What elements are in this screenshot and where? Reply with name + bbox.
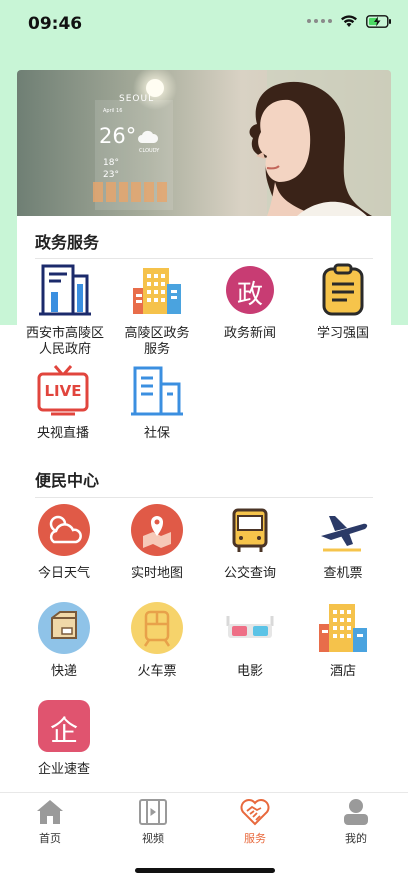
- tab-home[interactable]: 首页: [10, 798, 90, 846]
- gov-item-label: 高陵区政务 服务: [124, 326, 190, 357]
- battery-charging-icon: [366, 14, 391, 28]
- service-item-label: 公交查询: [223, 566, 276, 581]
- service-item-label: 查机票: [323, 566, 363, 581]
- gov-item-gaoling-service[interactable]: 高陵区政务 服务: [111, 262, 203, 358]
- video-icon: [139, 799, 167, 825]
- signal-dots-icon: [307, 19, 332, 23]
- service-item-label: 酒店: [329, 664, 356, 679]
- social-security-building-icon: [131, 366, 183, 416]
- tab-video[interactable]: 视频: [113, 798, 193, 846]
- service-item-bus[interactable]: 公交查询: [204, 502, 296, 582]
- section-title-convenience: 便民中心: [35, 471, 100, 490]
- weather-condition-text: CLOUDY: [139, 148, 160, 154]
- service-item-label: 今日天气: [37, 566, 90, 581]
- section-title-gov: 政务服务: [35, 233, 100, 252]
- enterprise-glyph: 企: [49, 714, 78, 747]
- gov-item-news[interactable]: 政 政务新闻: [204, 262, 296, 342]
- bus-icon: [232, 508, 268, 552]
- building-chart-icon: [39, 264, 91, 316]
- gov-item-label: 社保: [143, 426, 170, 441]
- gov-item-cctv-live[interactable]: LIVE 央视直播: [17, 362, 109, 442]
- service-item-label: 快递: [50, 664, 77, 679]
- weather-low-text: 18°: [103, 158, 119, 168]
- status-icons: [307, 14, 392, 28]
- service-item-enterprise[interactable]: 企 企业速查: [18, 698, 110, 778]
- gov-item-xian-gaoling[interactable]: 西安市高陵区 人民政府: [19, 262, 111, 358]
- tab-label: 服务: [244, 832, 266, 845]
- map-icon: [131, 504, 183, 556]
- service-item-express[interactable]: 快递: [18, 600, 110, 680]
- weather-temp-text: 26°: [99, 124, 137, 148]
- section-divider: [35, 497, 373, 498]
- tab-service[interactable]: 服务: [215, 798, 295, 846]
- service-item-weather[interactable]: 今日天气: [18, 502, 110, 582]
- tab-label: 视频: [142, 832, 164, 845]
- service-item-label: 实时地图: [130, 566, 183, 581]
- hotel-icon: [319, 604, 367, 652]
- gov-item-label: 学习强国: [316, 326, 369, 341]
- service-item-label: 企业速查: [37, 762, 90, 777]
- live-tv-glyph: LIVE: [44, 382, 82, 400]
- gov-item-xuexi[interactable]: 学习强国: [297, 262, 389, 342]
- tab-label: 我的: [345, 832, 367, 845]
- city-buildings-icon: [133, 268, 181, 314]
- status-bar: 09:46: [0, 0, 408, 50]
- tab-label: 首页: [39, 832, 61, 845]
- service-item-flights[interactable]: 查机票: [297, 502, 389, 582]
- service-item-movie[interactable]: 电影: [204, 600, 296, 680]
- gov-news-glyph: 政: [236, 280, 263, 310]
- user-icon: [344, 799, 368, 825]
- tab-mine[interactable]: 我的: [316, 798, 396, 846]
- gov-item-label: 西安市高陵区 人民政府: [25, 326, 104, 357]
- package-icon: [38, 602, 90, 654]
- weather-icon: [38, 504, 90, 556]
- status-time: 09:46: [28, 14, 83, 34]
- service-item-label: 火车票: [137, 664, 177, 679]
- section-divider: [35, 258, 373, 259]
- wifi-icon: [341, 15, 357, 27]
- home-icon: [37, 800, 63, 824]
- service-item-label: 电影: [236, 664, 263, 679]
- cloud-icon: [138, 130, 159, 143]
- service-item-train[interactable]: 火车票: [111, 600, 203, 680]
- weather-city-text: SEOUL: [119, 94, 155, 104]
- gov-item-social-security[interactable]: 社保: [111, 362, 203, 442]
- train-icon: [131, 602, 183, 654]
- 3d-glasses-icon: [226, 616, 274, 638]
- weather-date-text: April 16: [103, 108, 123, 114]
- airplane-icon: [321, 516, 368, 552]
- gov-item-label: 政务新闻: [223, 326, 276, 341]
- service-item-map[interactable]: 实时地图: [111, 502, 203, 582]
- weather-forecast-strip: [93, 182, 167, 202]
- home-indicator: [135, 868, 275, 873]
- weather-high-text: 23°: [103, 170, 119, 180]
- handshake-icon: [240, 799, 270, 826]
- gov-item-label: 央视直播: [36, 426, 89, 441]
- banner-image[interactable]: SEOUL April 16 26° CLOUDY 18° 23°: [17, 70, 391, 216]
- clipboard-icon: [322, 263, 364, 316]
- service-item-hotel[interactable]: 酒店: [297, 600, 389, 680]
